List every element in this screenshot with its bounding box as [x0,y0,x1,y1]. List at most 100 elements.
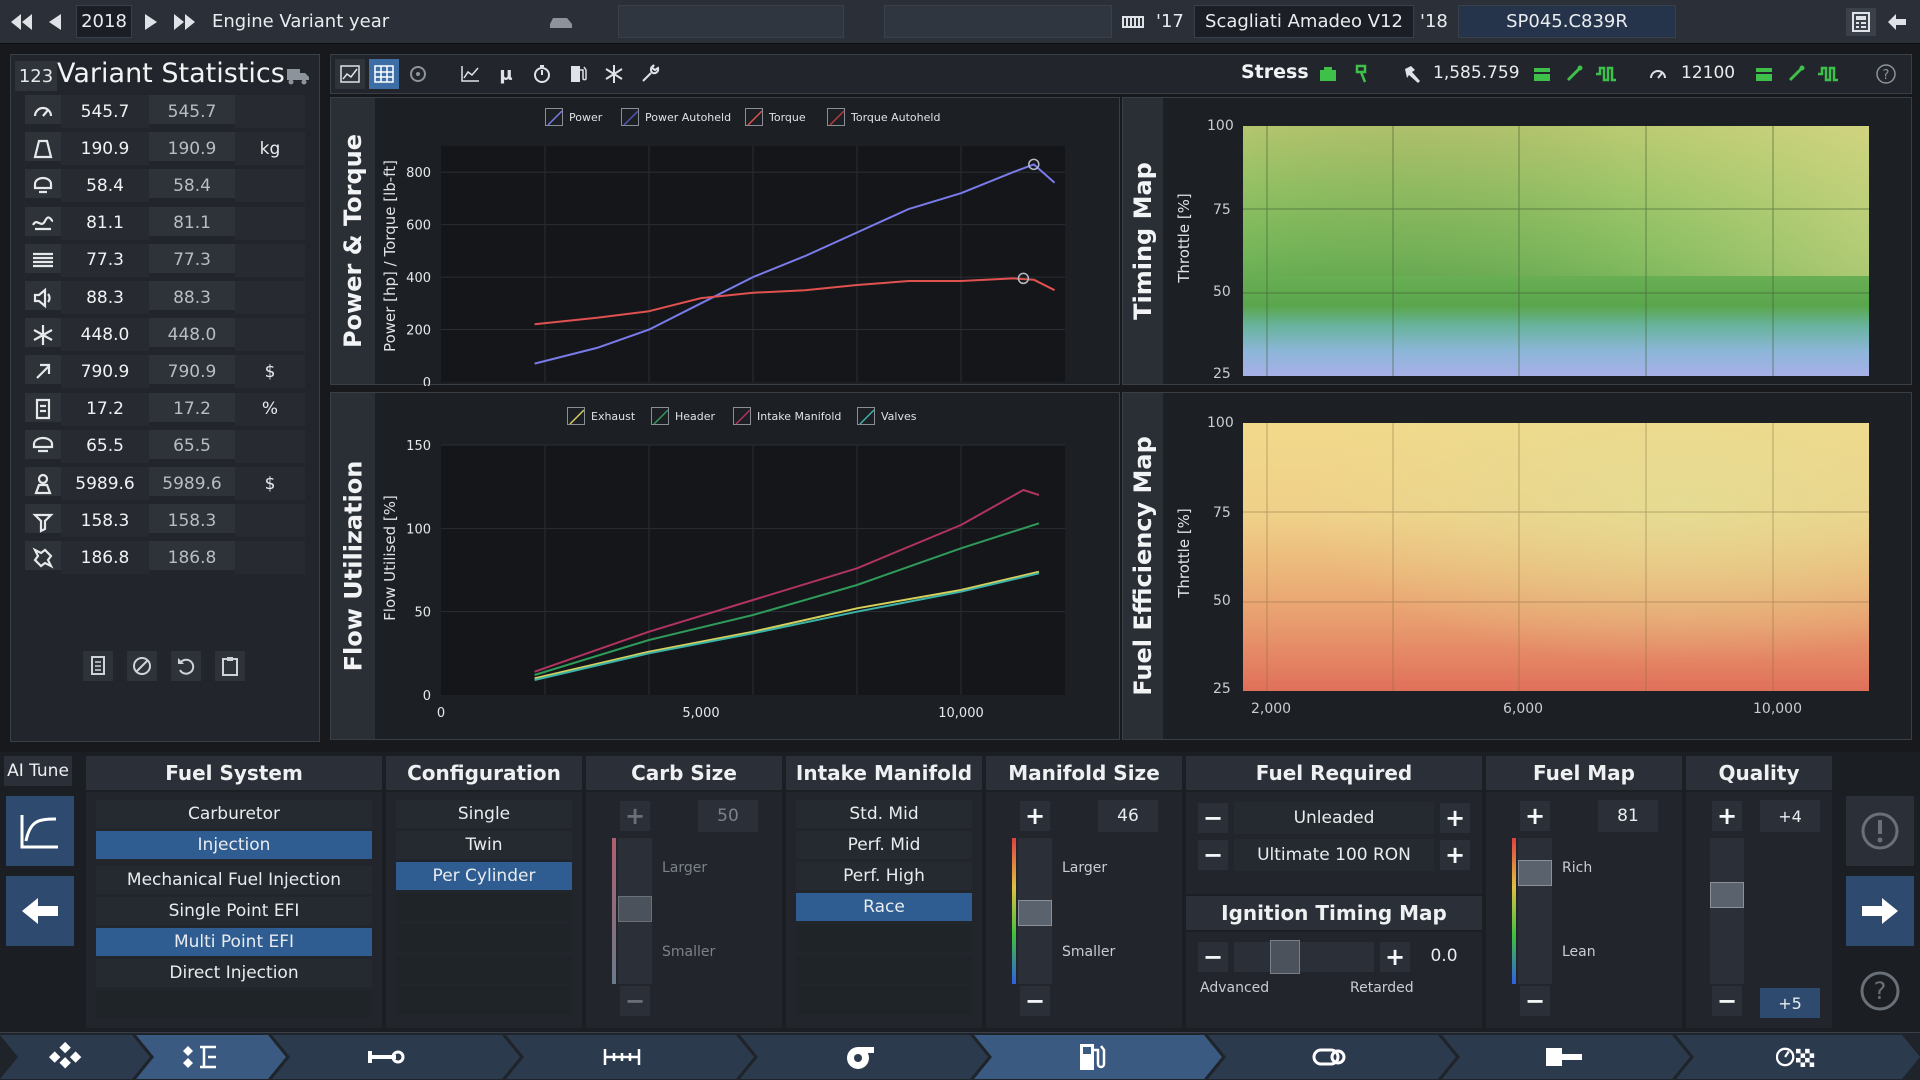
prev-page-button[interactable] [6,876,74,946]
legend-torque-autoheld[interactable]: Torque Autoheld [827,108,940,126]
stress-tool-button[interactable] [1397,59,1427,89]
svg-text:?: ? [1874,977,1887,1005]
tools-button[interactable] [635,59,665,89]
stress-block-button[interactable] [1527,59,1557,89]
snowflake-icon [605,65,623,83]
fuel2-increase-button[interactable]: + [1440,840,1470,870]
intake-manifold-option-selected[interactable]: Race [796,893,972,921]
carb-size-slider-thumb[interactable] [618,896,652,922]
legend-valves[interactable]: Valves [857,407,916,425]
compare-button[interactable] [283,61,313,91]
legend-power[interactable]: Power [545,108,602,126]
intake-manifold-option[interactable]: Perf. High [796,862,972,890]
cylinder-block-icon [1534,68,1550,81]
next-year-button[interactable] [138,8,164,36]
legend-torque[interactable]: Torque [745,108,806,126]
back-arrow-icon [1888,14,1906,30]
economy-button[interactable] [527,59,557,89]
stress-engine-button[interactable] [1313,59,1343,89]
manifold-size-decrease-button[interactable]: − [1020,986,1050,1016]
rpm-crank-button[interactable] [1813,59,1843,89]
reset-button[interactable] [171,651,201,681]
dyno-button[interactable] [455,59,485,89]
fuel1-increase-button[interactable]: + [1440,803,1470,833]
legend-intake-manifold[interactable]: Intake Manifold [733,407,841,425]
next-page-button[interactable] [1846,876,1914,946]
stat-row: 81.1 81.1 [25,206,305,240]
fuel-economy-icon [25,169,61,202]
calculator-button[interactable] [1846,8,1876,36]
view-maps-button[interactable] [369,59,399,89]
year-field[interactable]: 2018 [76,5,132,38]
quality-decrease-button[interactable]: − [1712,986,1742,1016]
quality-increase-button[interactable]: + [1712,801,1742,831]
fuel-system-header: Fuel System [86,756,382,790]
stress-rod-button[interactable] [1559,59,1589,89]
legend-power-autoheld[interactable]: Power Autoheld [621,108,731,126]
paste-button[interactable] [215,651,245,681]
intake-manifold-empty-slot [796,955,972,983]
manifold-size-slider-thumb[interactable] [1018,900,1052,926]
configuration-option-selected[interactable]: Per Cylinder [396,862,572,890]
svg-text:?: ? [1883,68,1890,83]
car-icon-button[interactable] [540,5,582,38]
stat-value: 448.0 [61,318,149,352]
cooling-button[interactable] [599,59,629,89]
manifold-size-increase-button[interactable]: + [1020,801,1050,831]
quality-slider-thumb[interactable] [1710,882,1744,908]
fuel-map-slider-thumb[interactable] [1518,860,1552,886]
first-year-button[interactable] [6,8,36,36]
ignition-slider-thumb[interactable] [1270,940,1300,974]
copy-stats-button[interactable] [83,651,113,681]
rpm-rod-button[interactable] [1781,59,1811,89]
view-graphs-button[interactable] [335,59,365,89]
quality-bottom-value: +5 [1760,988,1820,1018]
rpm-limit-button[interactable] [1643,59,1673,89]
legend-exhaust[interactable]: Exhaust [567,407,635,425]
ignition-advance-button[interactable]: − [1198,942,1228,972]
prev-year-button[interactable] [42,8,68,36]
help-button[interactable]: ? [1871,59,1901,89]
turbo-view-button[interactable] [403,59,433,89]
configuration-option[interactable]: Single [396,800,572,828]
fuel-map-decrease-button[interactable]: − [1520,986,1550,1016]
stress-piston-button[interactable] [1347,59,1377,89]
fuel-system-option-selected[interactable]: Multi Point EFI [96,928,372,956]
ai-tune-button[interactable]: AI Tune [4,756,72,786]
stat-row: 190.9 190.9 kg [25,132,305,166]
ai-curve-button[interactable] [6,796,74,866]
engine-list-button[interactable] [1118,8,1148,36]
ignition-slider-track[interactable] [1234,942,1374,972]
quality-slider-track[interactable] [1710,838,1744,984]
fuel-eff-ytick: 50 [1213,593,1231,609]
timing-map-heatmap[interactable] [1243,126,1869,376]
clear-button[interactable] [127,651,157,681]
configuration-option[interactable]: Twin [396,831,572,859]
help-page-button[interactable]: ? [1846,956,1914,1026]
stress-crank-button[interactable] [1591,59,1621,89]
last-year-button[interactable] [170,8,200,36]
back-button[interactable] [1882,8,1912,36]
carb-size-decrease-button[interactable]: − [620,986,650,1016]
stat-value: 186.8 [61,541,149,575]
carb-size-increase-button[interactable]: + [620,801,650,831]
intake-manifold-option[interactable]: Perf. Mid [796,831,972,859]
legend-header[interactable]: Header [651,407,715,425]
engine-name: Scagliati Amadeo V12 [1194,5,1414,38]
fuel2-decrease-button[interactable]: − [1198,840,1228,870]
ignition-retard-button[interactable]: + [1380,942,1410,972]
rpm-block-button[interactable] [1749,59,1779,89]
fuel-efficiency-heatmap[interactable] [1243,423,1869,691]
intake-manifold-option[interactable]: Std. Mid [796,800,972,828]
material-cost-icon [25,355,61,388]
warning-button[interactable] [1846,796,1914,866]
fuel-map-increase-button[interactable]: + [1520,801,1550,831]
fuel-button[interactable] [563,59,593,89]
fuel-system-option[interactable]: Carburetor [96,800,372,828]
friction-button[interactable]: μ [491,59,521,89]
fuel-system-option[interactable]: Direct Injection [96,959,372,987]
fuel-system-option-selected[interactable]: Injection [96,831,372,859]
fuel-system-option[interactable]: Single Point EFI [96,897,372,925]
fuel1-decrease-button[interactable]: − [1198,803,1228,833]
fuel-system-option[interactable]: Mechanical Fuel Injection [96,866,372,894]
